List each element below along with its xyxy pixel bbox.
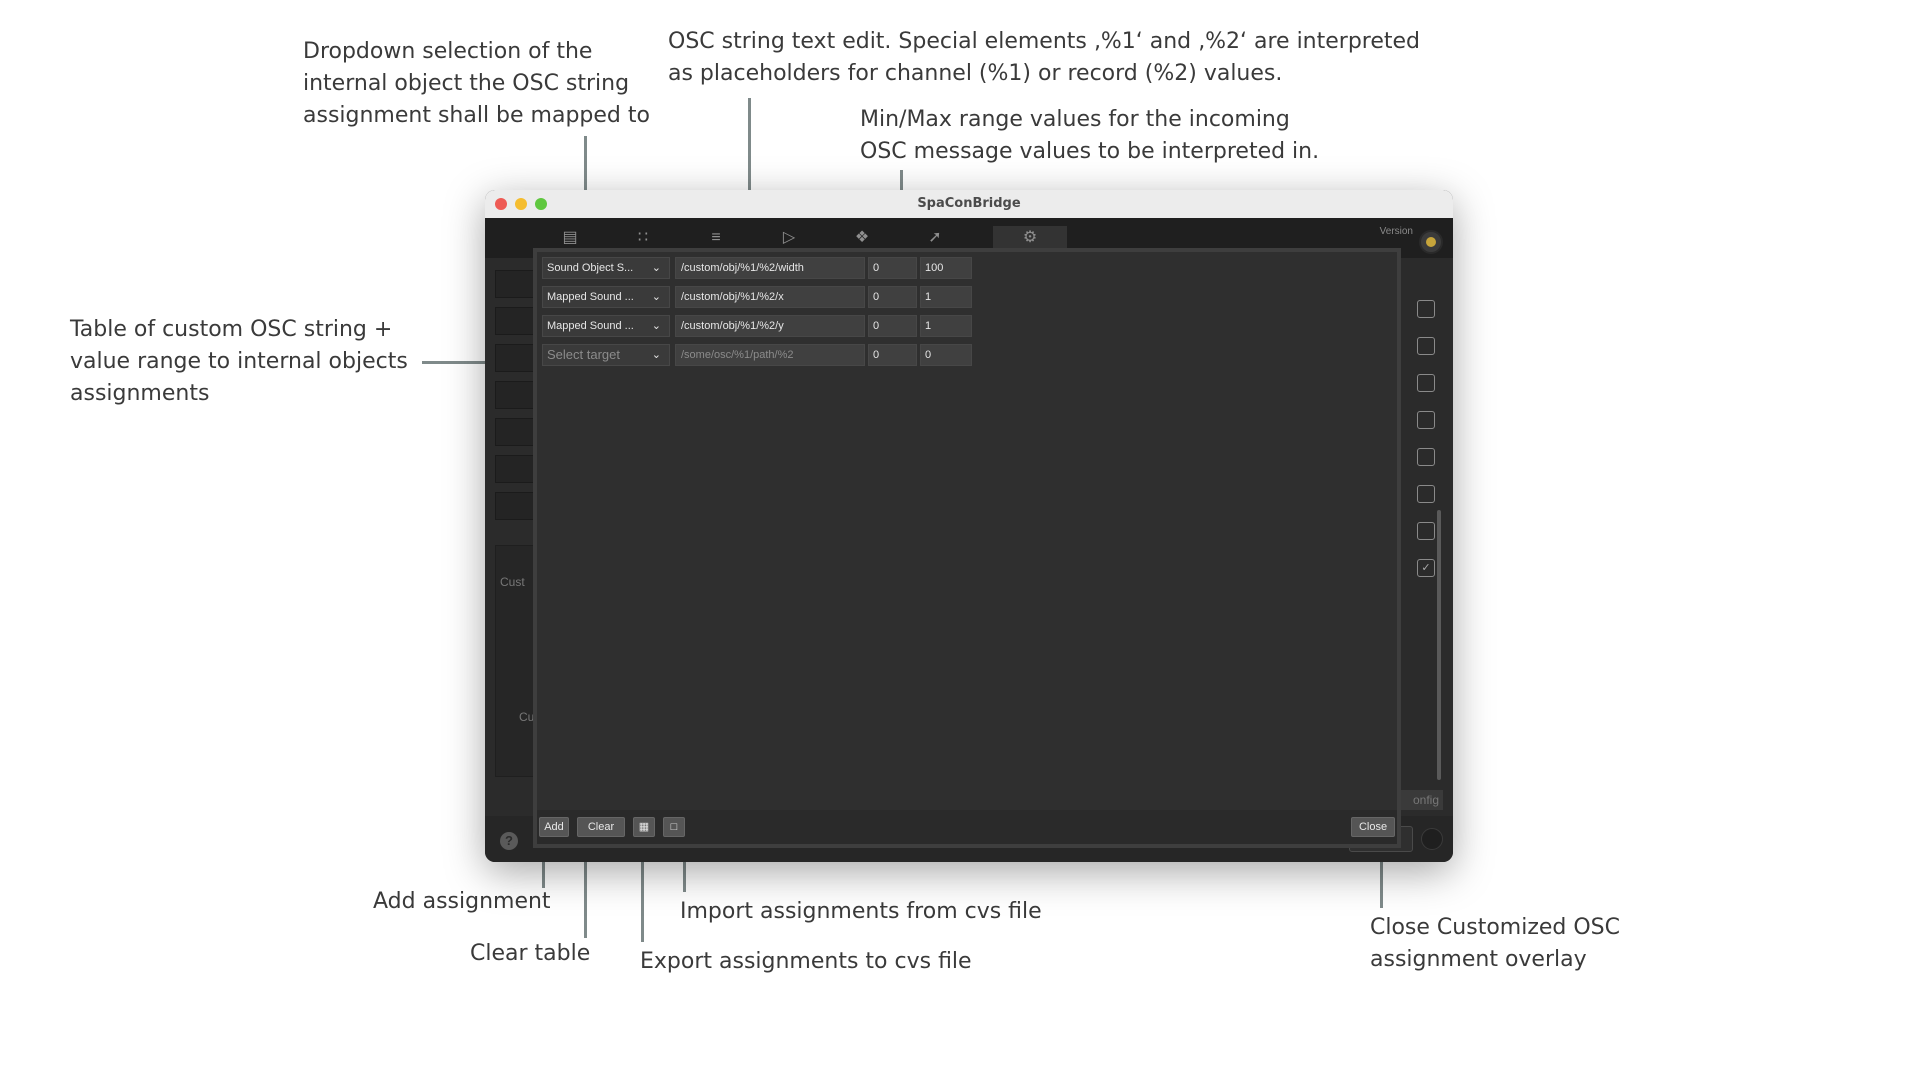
checkbox[interactable] — [1417, 300, 1435, 318]
annotation-osc-string: OSC string text edit. Special elements ‚… — [668, 29, 1421, 86]
bg-row — [495, 344, 535, 372]
bg-row — [495, 418, 535, 446]
min-value-input[interactable]: 0 — [868, 344, 917, 366]
annotation-clear: Clear table — [470, 941, 591, 966]
clear-button[interactable]: Clear — [577, 817, 625, 837]
osc-string-input[interactable]: /some/osc/%1/path/%2 — [675, 344, 865, 366]
help-icon[interactable]: ? — [500, 832, 518, 850]
version-label: Version — [1379, 226, 1413, 237]
target-dropdown-label: Sound Object S... — [547, 262, 634, 274]
chevron-down-icon: ⌄ — [651, 291, 661, 303]
min-value-input[interactable]: 0 — [868, 315, 917, 337]
bg-row — [495, 307, 535, 335]
bg-row — [495, 492, 535, 520]
osc-string-input[interactable]: /custom/obj/%1/%2/x — [675, 286, 865, 308]
checkbox[interactable] — [1417, 337, 1435, 355]
checkbox[interactable] — [1417, 448, 1435, 466]
target-dropdown-placeholder: Select target — [547, 347, 620, 362]
target-dropdown[interactable]: Mapped Sound ... ⌄ — [542, 286, 670, 308]
custom-osc-overlay: Sound Object S... ⌄ /custom/obj/%1/%2/wid… — [533, 248, 1401, 848]
annotation-import: Import assignments from cvs file — [680, 899, 1042, 924]
target-dropdown-label: Mapped Sound ... — [547, 291, 634, 303]
annotation-export: Export assignments to cvs file — [640, 949, 972, 974]
sliders-icon[interactable]: ≡ — [701, 226, 731, 250]
gear-icon[interactable]: ⚙ — [993, 226, 1067, 250]
annotation-close: Close Customized OSC assignment overlay — [1370, 915, 1621, 972]
save-icon: ▦ — [638, 821, 650, 833]
target-dropdown-label: Mapped Sound ... — [547, 320, 634, 332]
title-bar: SpaConBridge — [485, 190, 1453, 219]
checkbox[interactable] — [1417, 411, 1435, 429]
target-dropdown[interactable]: Mapped Sound ... ⌄ — [542, 315, 670, 337]
checkbox[interactable] — [1417, 522, 1435, 540]
app-window: SpaConBridge ▤ ∷ ≡ ▷ ❖ ➚ ⚙ Version Cust … — [485, 190, 1453, 862]
close-button[interactable]: Close — [1351, 817, 1395, 837]
bg-row — [495, 270, 535, 298]
background-checkboxes: ✓ — [1417, 300, 1435, 596]
status-indicator[interactable] — [1419, 230, 1443, 254]
osc-string-input[interactable]: /custom/obj/%1/%2/width — [675, 257, 865, 279]
chevron-down-icon: ⌄ — [651, 262, 661, 274]
annotation-dropdown: Dropdown selection of the internal objec… — [303, 39, 650, 128]
grid-dots-icon[interactable]: ∷ — [628, 226, 658, 250]
checkbox[interactable] — [1417, 374, 1435, 392]
max-value-input[interactable]: 1 — [920, 315, 972, 337]
bg-row — [495, 455, 535, 483]
folder-icon: □ — [670, 821, 678, 833]
background-rows — [495, 270, 535, 529]
max-value-input[interactable]: 100 — [920, 257, 972, 279]
max-value-input[interactable]: 0 — [920, 344, 972, 366]
add-button[interactable]: Add — [539, 817, 569, 837]
annotation-add: Add assignment — [373, 889, 551, 914]
annotation-table: Table of custom OSC string + value range… — [70, 317, 408, 406]
checkbox[interactable] — [1417, 485, 1435, 503]
annotation-minmax: Min/Max range values for the incoming OS… — [860, 107, 1320, 164]
window-title: SpaConBridge — [917, 196, 1021, 211]
table-icon[interactable]: ▤ — [555, 226, 585, 250]
min-value-input[interactable]: 0 — [868, 286, 917, 308]
max-value-input[interactable]: 1 — [920, 286, 972, 308]
min-value-input[interactable]: 0 — [868, 257, 917, 279]
background-label-custom: Cust — [500, 575, 525, 589]
chevron-down-icon: ⌄ — [651, 320, 661, 332]
target-dropdown[interactable]: Sound Object S... ⌄ — [542, 257, 670, 279]
scrollbar[interactable] — [1437, 510, 1441, 780]
bg-row — [495, 381, 535, 409]
chevron-down-icon: ⌄ — [651, 349, 661, 361]
broadcast-icon[interactable]: ❖ — [847, 226, 877, 250]
online-indicator — [1421, 828, 1443, 850]
play-icon[interactable]: ▷ — [774, 226, 804, 250]
osc-string-input[interactable]: /custom/obj/%1/%2/y — [675, 315, 865, 337]
overlay-button-bar: Add Clear ▦ □ Close — [537, 810, 1397, 844]
checkbox-checked[interactable]: ✓ — [1417, 559, 1435, 577]
target-dropdown[interactable]: Select target ⌄ — [542, 344, 670, 366]
graph-icon[interactable]: ➚ — [920, 226, 950, 250]
export-button[interactable]: ▦ — [633, 817, 655, 837]
import-button[interactable]: □ — [663, 817, 685, 837]
